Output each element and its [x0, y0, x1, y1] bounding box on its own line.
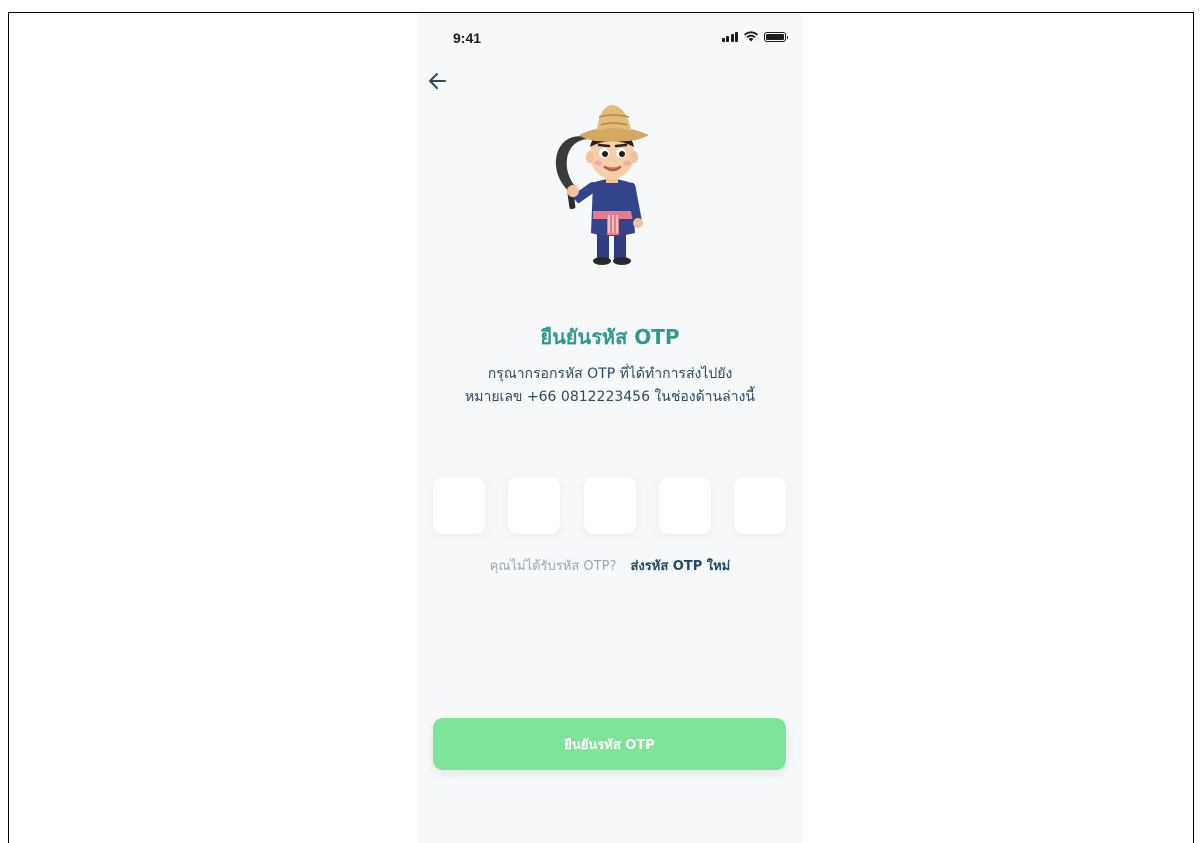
otp-digit-4[interactable]	[658, 477, 711, 534]
resend-otp-link[interactable]: ส่งรหัส OTP ใหม่	[631, 559, 731, 574]
frame-border-right	[1193, 12, 1194, 843]
status-bar: 9:41	[418, 13, 802, 61]
resend-row: คุณไม่ได้รับรหัส OTP? ส่งรหัส OTP ใหม่	[418, 555, 802, 576]
otp-input-row	[433, 477, 786, 535]
page-title: ยืนยันรหัส OTP	[540, 325, 680, 349]
wifi-icon	[744, 31, 758, 42]
resend-hint: คุณไม่ได้รับรหัส OTP?	[489, 559, 617, 574]
otp-digit-5[interactable]	[734, 477, 786, 534]
battery-icon	[764, 31, 788, 42]
otp-description: กรุณากรอกรหัส OTP ที่ได้ทำการส่งไปยัง หม…	[418, 363, 802, 409]
frame-border-left	[8, 12, 9, 843]
otp-digit-1[interactable]	[433, 477, 485, 534]
phone-screen: 9:41 ยืนยันรหัส OTP กรุณากรอกรหัส OTP ที…	[418, 13, 802, 843]
otp-digit-3[interactable]	[583, 477, 636, 534]
farmer-mascot-illustration	[555, 105, 649, 265]
signal-bars-icon	[721, 31, 738, 42]
status-time: 9:41	[453, 30, 482, 46]
status-icons	[721, 31, 788, 42]
otp-digit-2[interactable]	[508, 477, 561, 534]
confirm-otp-button[interactable]: ยืนยันรหัส OTP	[433, 718, 786, 770]
description-line-1: กรุณากรอกรหัส OTP ที่ได้ทำการส่งไปยัง	[487, 366, 733, 382]
arrow-left-icon[interactable]	[426, 69, 450, 93]
description-line-2: หมายเลข +66 0812223456 ในช่องด้านล่างนี้	[465, 389, 755, 405]
